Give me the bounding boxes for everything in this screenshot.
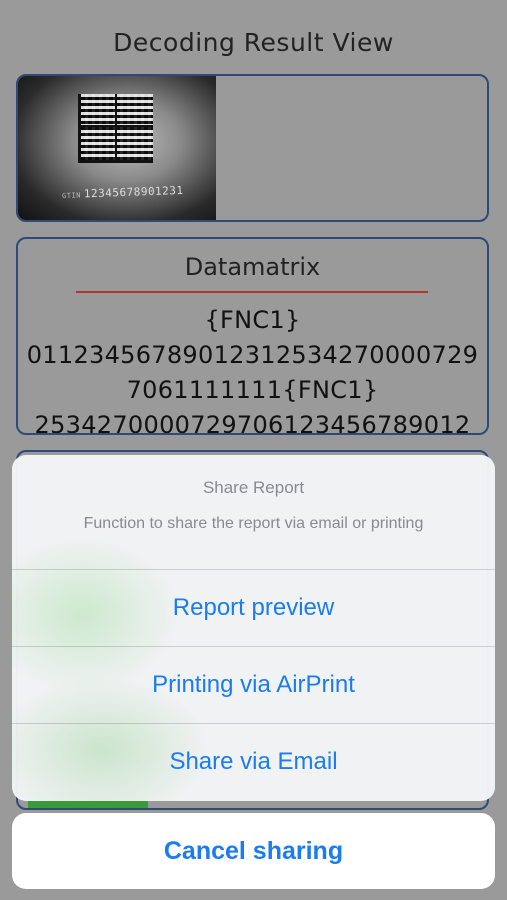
action-sheet-message: Function to share the report via email o… xyxy=(83,515,424,532)
scanned-image-panel: GTIN 12345678901231 xyxy=(16,74,489,222)
action-sheet-header: Share Report Function to share the repor… xyxy=(12,455,495,569)
divider xyxy=(76,291,428,293)
decoded-line: 7061111111{FNC1} xyxy=(126,376,379,404)
share-action-sheet: Share Report Function to share the repor… xyxy=(12,455,495,801)
symbology-label: Datamatrix xyxy=(184,253,321,281)
image-caption: GTIN 12345678901231 xyxy=(62,184,184,201)
airprint-button[interactable]: Printing via AirPrint xyxy=(12,646,495,723)
caption-number: 12345678901231 xyxy=(83,183,184,201)
share-email-button[interactable]: Share via Email xyxy=(12,723,495,800)
action-sheet-title: Share Report xyxy=(202,478,305,497)
caption-prefix: GTIN xyxy=(61,191,82,201)
decoded-line: 01123456789012312534270000729 xyxy=(26,341,479,369)
report-preview-button[interactable]: Report preview xyxy=(12,569,495,646)
scanned-image: GTIN 12345678901231 xyxy=(18,76,216,220)
decoded-data: {FNC1} 01123456789012312534270000729 706… xyxy=(18,303,487,435)
decoded-line: {FNC1} xyxy=(204,306,301,334)
page-title: Decoding Result View xyxy=(113,28,394,57)
cancel-sharing-button[interactable]: Cancel sharing xyxy=(12,813,495,889)
decoded-result-panel: Datamatrix {FNC1} 0112345678901231253427… xyxy=(16,237,489,435)
decoded-line: 25342700007297061234567890​12 xyxy=(34,411,471,435)
datamatrix-code-image xyxy=(78,94,153,163)
